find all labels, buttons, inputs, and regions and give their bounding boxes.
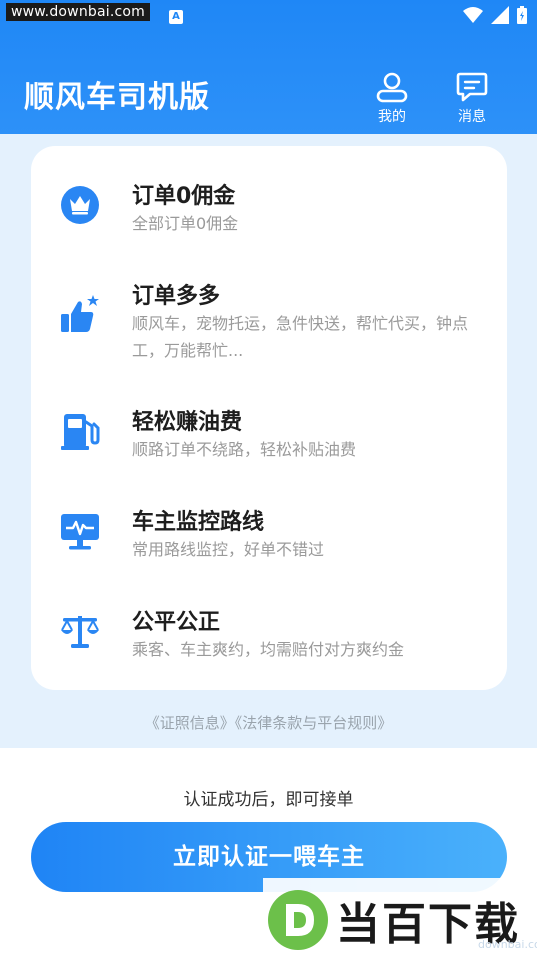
feature-title: 车主监控路线 (132, 510, 265, 535)
user-icon (376, 72, 408, 103)
feature-desc: 顺路订单不绕路，轻松补贴油费 (132, 440, 357, 459)
feature-title: 轻松赚油费 (132, 410, 243, 435)
fuel-pump-icon (61, 414, 100, 450)
crown-icon (61, 186, 99, 224)
feature-desc: 全部订单0佣金 (132, 214, 239, 233)
watermark-sub: downbai.com (478, 938, 537, 951)
mine-label: 我的 (378, 109, 406, 125)
watermark-url: www.downbai.com (6, 3, 150, 21)
app-title: 顺风车司机版 (24, 80, 210, 115)
feature-title: 公平公正 (132, 610, 221, 635)
app-header: www.downbai.com A 顺风车司机版 我的 消息 (0, 0, 537, 134)
notification-badge: A (169, 10, 183, 24)
features-card: 订单0佣金 全部订单0佣金 订单多多 顺风车，宠物托运，急件快送，帮忙代买，钟点… (31, 146, 507, 690)
battery-icon (517, 6, 527, 24)
policy-links: 《证照信息》《法律条款与平台规则》 (0, 712, 537, 733)
downbai-logo-icon (268, 890, 328, 950)
messages-label: 消息 (458, 109, 486, 125)
feature-title: 订单0佣金 (132, 184, 236, 209)
messages-button[interactable]: 消息 (447, 70, 497, 130)
thumbs-up-star-icon (61, 295, 99, 332)
feature-desc: 常用路线监控，好单不错过 (132, 540, 325, 559)
status-bar: www.downbai.com A (0, 0, 537, 32)
scale-icon (61, 616, 99, 648)
feature-title: 订单多多 (132, 284, 221, 309)
signal-icon (491, 6, 509, 24)
feature-desc: 乘客、车主爽约，均需赔付对方爽约金 (132, 640, 405, 659)
wifi-icon (463, 7, 483, 23)
status-icons (463, 6, 527, 24)
mine-button[interactable]: 我的 (367, 70, 417, 130)
certification-hint: 认证成功后，即可接单 (183, 790, 354, 810)
legal-link[interactable]: 《法律条款与平台规则》 (235, 714, 393, 732)
monitor-pulse-icon (61, 514, 99, 550)
license-link[interactable]: 《证照信息》 (145, 714, 235, 732)
feature-desc: 顺风车，宠物托运，急件快送，帮忙代买，钟点工，万能帮忙... (132, 314, 469, 360)
message-icon (456, 72, 488, 102)
